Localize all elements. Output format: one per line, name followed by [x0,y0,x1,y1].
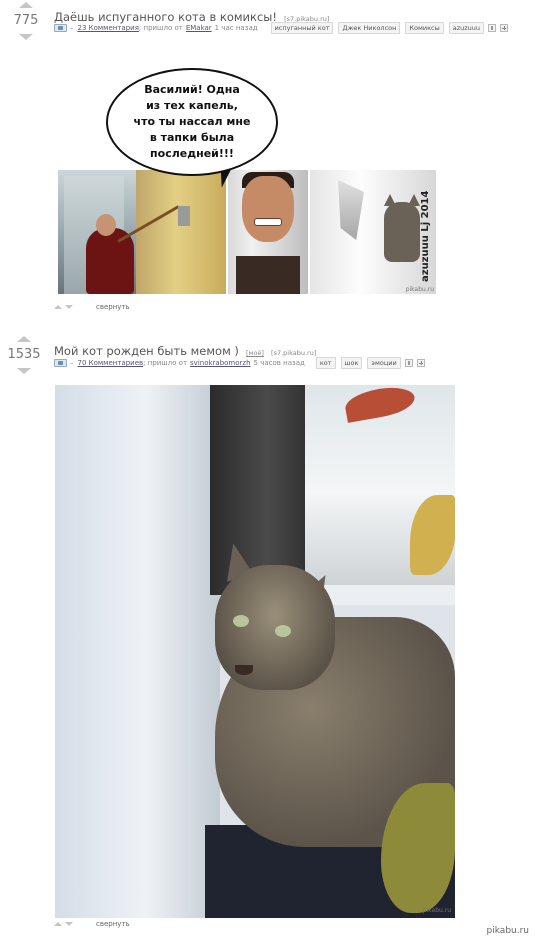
mini-downvote-icon[interactable] [65,305,73,309]
tag[interactable]: azuzuuu [448,22,485,34]
collapse-link[interactable]: свернуть [96,303,130,311]
vertical-watermark: azuzuuu Lj 2014 [420,190,431,282]
post-meta: – 70 Комментариев ; пришло от svinokrabo… [54,357,425,369]
tag[interactable]: кот [315,357,336,369]
tag[interactable]: шок [340,357,363,369]
post-score: 1535 [7,347,41,362]
tag[interactable]: Джек Николсон [338,22,401,34]
plus-icon[interactable] [500,24,509,32]
post-source: [s7.pikabu.ru] [271,349,317,357]
image-site-mark: pikabu.ru [422,907,451,914]
post-rating: 775 [6,2,46,40]
mini-upvote-icon[interactable] [54,922,62,926]
upvote-arrow-icon[interactable] [17,336,31,342]
author-link[interactable]: EMakar [186,24,212,32]
collapse-link[interactable]: свернуть [96,920,130,928]
post-footer: свернуть [54,920,130,928]
upvote-arrow-icon[interactable] [19,2,33,8]
comic-panel-cat [310,170,436,294]
plus-icon[interactable] [416,359,425,367]
speech-bubble-text: Василий! Одна из тех капель, что ты насс… [133,83,251,160]
corner-watermark: pikabu.ru [486,926,529,936]
post-time: 5 часов назад [253,359,305,367]
comments-icon[interactable] [54,359,67,367]
comments-dash: – [70,24,74,32]
comments-link[interactable]: 70 Комментариев [78,359,144,367]
comic-panel-face [228,170,308,294]
post-meta: – 23 Комментария ; пришло от EMakar 1 ча… [54,22,509,34]
tag[interactable]: эмоции [367,357,401,369]
meta-from-label: ; пришло от [143,359,188,367]
post-image-comic: Василий! Одна из тех капель, что ты насс… [58,62,436,295]
post-time: 1 час назад [214,24,258,32]
tag[interactable]: Комиксы [405,22,444,34]
image-site-mark: pikabu.ru [405,286,434,293]
post-footer: свернуть [54,303,130,311]
mini-downvote-icon[interactable] [65,922,73,926]
post-1: 775 Даёшь испуганного кота в комиксы! [s… [0,0,535,320]
post-title[interactable]: Мой кот рожден быть мемом ) [54,344,239,358]
post-score: 775 [13,13,39,28]
post-rating: 1535 [4,336,44,374]
mini-upvote-icon[interactable] [54,305,62,309]
post-mine-label[interactable]: [моё] [246,349,264,357]
trash-icon[interactable] [404,359,413,367]
comments-icon[interactable] [54,24,67,32]
comic-panel-axe [58,170,226,294]
tag[interactable]: испуганный кот [270,22,334,34]
comments-link[interactable]: 23 Комментария [78,24,139,32]
downvote-arrow-icon[interactable] [19,34,33,40]
speech-bubble: Василий! Одна из тех капель, что ты насс… [106,68,278,176]
author-link[interactable]: svinokrabomorzh [190,359,251,367]
meta-from-label: ; пришло от [138,24,183,32]
downvote-arrow-icon[interactable] [17,368,31,374]
post-image-cat-photo: pikabu.ru [55,385,455,918]
comments-dash: – [70,359,74,367]
trash-icon[interactable] [488,24,497,32]
